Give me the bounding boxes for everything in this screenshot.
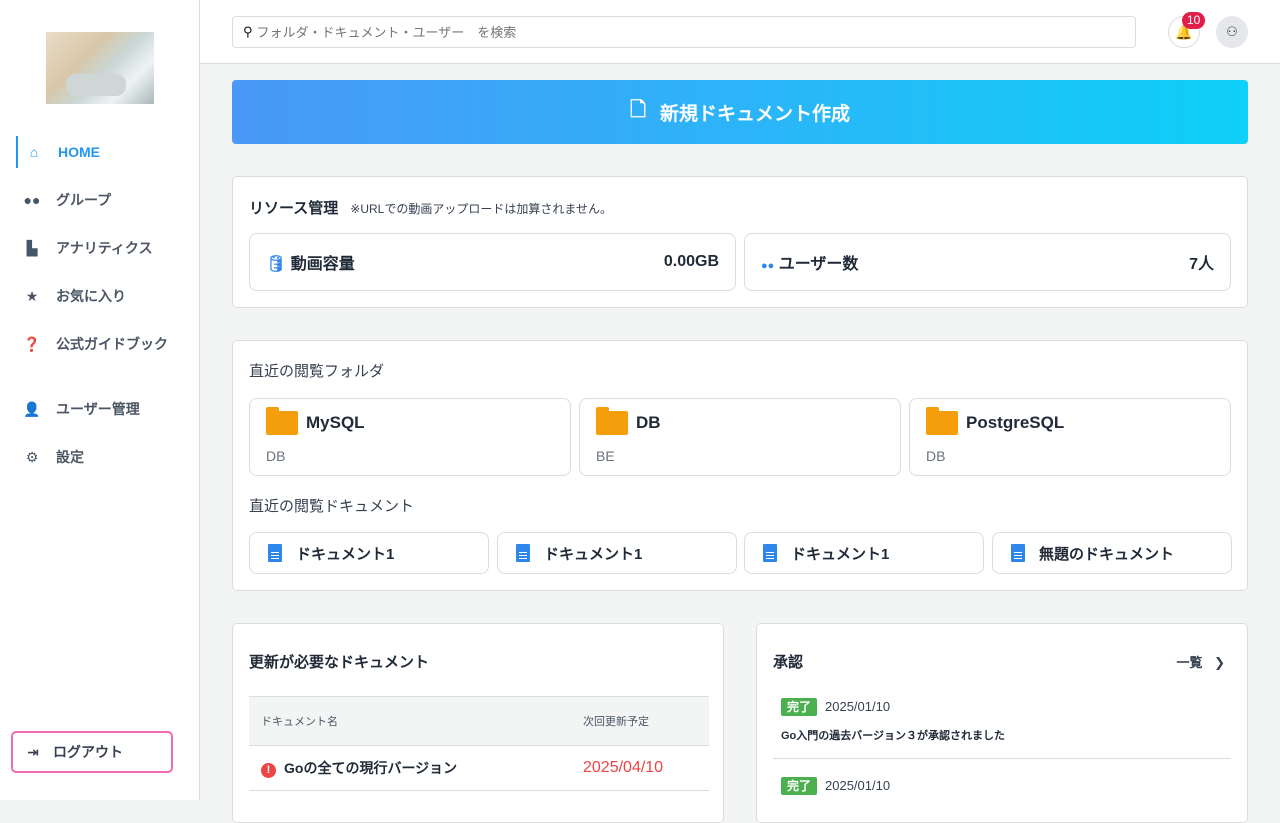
status-badge: 完了 — [781, 777, 818, 795]
resource-card: リソース管理 ※URLでの動画アップロードは加算されません。 🛢 動画容量 0.… — [232, 176, 1248, 308]
recent-folders-title: 直近の閲覧フォルダ — [249, 363, 385, 380]
sidebar-item-guidebook[interactable]: ❓ 公式ガイドブック — [16, 328, 186, 360]
chevron-right-icon: ❯ — [1214, 655, 1225, 670]
status-badge: 完了 — [781, 698, 818, 716]
recent-docs-title: 直近の閲覧ドキュメント — [249, 498, 415, 515]
recent-card: 直近の閲覧フォルダ MySQL DB DB BE PostgreSQL DB 直近の閲… — [232, 340, 1248, 591]
column-header-date: 次回更新予定 — [583, 716, 649, 728]
column-header-name: ドキュメント名 — [261, 716, 338, 728]
gear-icon: ⚙ — [25, 448, 39, 465]
file-plus-icon: 🗋 — [629, 99, 647, 121]
folder-card[interactable]: DB BE — [579, 398, 901, 476]
updates-table: ドキュメント名 次回更新予定 ! Goの全ての現行バージョン 2025/04/10 — [249, 696, 709, 791]
search-input[interactable] — [256, 24, 1135, 40]
table-row[interactable]: ! Goの全ての現行バージョン 2025/04/10 — [249, 746, 709, 791]
search-icon: ⚲ — [243, 24, 253, 39]
folder-card[interactable]: PostgreSQL DB — [909, 398, 1231, 476]
document-card[interactable]: 無題のドキュメント — [992, 532, 1232, 574]
document-icon — [268, 544, 282, 562]
updates-card: 更新が必要なドキュメント ドキュメント名 次回更新予定 ! Goの全ての現行バージ… — [232, 623, 724, 823]
folder-card[interactable]: MySQL DB — [249, 398, 571, 476]
folder-icon — [596, 407, 628, 435]
star-icon: ★ — [25, 287, 39, 304]
logout-icon: ⇥ — [27, 743, 39, 760]
user-icon: ⚇ — [1226, 24, 1238, 39]
folder-icon — [926, 407, 958, 435]
alert-icon: ! — [261, 763, 276, 778]
document-card[interactable]: ドキュメント1 — [497, 532, 737, 574]
approval-card: 承認 一覧 ❯ 完了 2025/01/10 Go入門の過去バージョン３が承認されま… — [756, 623, 1248, 823]
logout-button[interactable]: ⇥ ログアウト — [11, 731, 173, 773]
user-avatar[interactable]: ⚇ — [1216, 16, 1248, 48]
header: ⚲ 🔔 10 ⚇ — [200, 0, 1280, 64]
sidebar-item-analytics[interactable]: ▙ アナリティクス — [16, 232, 186, 264]
sidebar-item-home[interactable]: ⌂ HOME — [16, 136, 186, 168]
users-icon: ●● — [761, 260, 775, 272]
user-count-stat: ●● ユーザー数 7人 — [744, 233, 1231, 291]
notification-count-badge: 10 — [1182, 12, 1206, 29]
sidebar-item-user-management[interactable]: 👤 ユーザー管理 — [16, 393, 186, 425]
sidebar-item-settings[interactable]: ⚙ 設定 — [16, 441, 186, 473]
question-icon: ❓ — [23, 335, 41, 352]
approval-title: 承認 — [773, 654, 804, 671]
home-icon: ⌂ — [29, 144, 39, 160]
document-icon — [1011, 544, 1025, 562]
search-box[interactable]: ⚲ — [232, 16, 1136, 48]
updates-title: 更新が必要なドキュメント — [249, 654, 430, 671]
user-icon: 👤 — [23, 400, 41, 417]
document-card[interactable]: ドキュメント1 — [249, 532, 489, 574]
resource-title: リソース管理 — [249, 200, 339, 217]
sidebar: ⌂ HOME ●● グループ ▙ アナリティクス ★ お気に入り ❓ 公式ガイドブック 👤… — [0, 0, 200, 800]
resource-note: ※URLでの動画アップロードは加算されません。 — [350, 202, 612, 216]
new-document-button[interactable]: 🗋 新規ドキュメント作成 — [232, 80, 1248, 144]
video-capacity-stat: 🛢 動画容量 0.00GB — [249, 233, 736, 291]
divider — [773, 758, 1231, 759]
chart-icon: ▙ — [26, 239, 38, 256]
database-icon: 🛢 — [266, 256, 287, 273]
document-card[interactable]: ドキュメント1 — [744, 532, 984, 574]
document-icon — [516, 544, 530, 562]
folder-icon — [266, 407, 298, 435]
sidebar-item-favorites[interactable]: ★ お気に入り — [16, 280, 186, 312]
approval-list-link[interactable]: 一覧 ❯ — [1176, 652, 1225, 671]
logo-image — [46, 32, 154, 104]
document-icon — [763, 544, 777, 562]
approval-item[interactable]: 完了 2025/01/10 Go入門の過去バージョン３が承認されました — [781, 698, 1005, 743]
approval-item[interactable]: 完了 2025/01/10 — [781, 777, 890, 795]
sidebar-item-groups[interactable]: ●● グループ — [16, 184, 186, 216]
users-icon: ●● — [23, 192, 41, 208]
